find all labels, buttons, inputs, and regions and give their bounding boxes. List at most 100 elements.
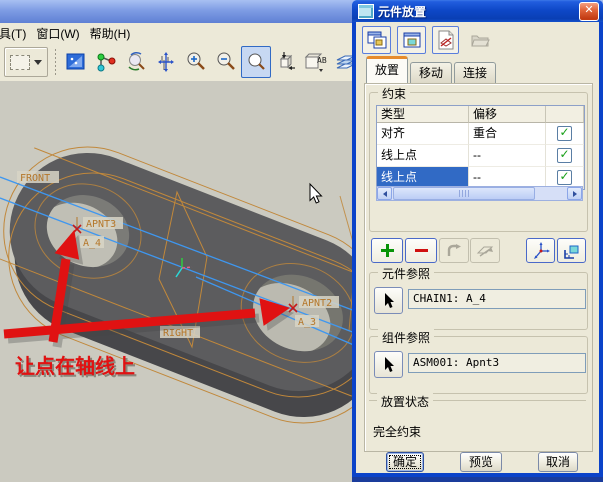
move-arrows-icon	[532, 242, 550, 260]
place-tab-panel: 约束 类型 偏移 对齐 重合 线上点 -- 线上点 --	[364, 83, 593, 452]
scroll-left-button[interactable]	[377, 187, 392, 200]
menu-window[interactable]: 窗口(W)	[34, 23, 87, 44]
scrollbar-thumb[interactable]	[393, 187, 535, 200]
component-placement-dialog: 元件放置	[352, 0, 603, 477]
model-structure-icon	[95, 51, 117, 73]
datum-toggle-button[interactable]	[432, 26, 459, 54]
zoom-out-icon	[215, 51, 237, 73]
fix-location-button[interactable]	[557, 238, 586, 263]
dialog-tabs: 放置 移动 连接	[366, 61, 498, 83]
plus-icon	[381, 244, 394, 257]
tab-move[interactable]: 移动	[410, 62, 452, 83]
dialog-title: 元件放置	[378, 3, 579, 20]
pan-hand-icon	[155, 51, 177, 73]
datum-display-icon	[65, 51, 87, 73]
placement-status-text: 完全约束	[373, 423, 421, 440]
tab-place[interactable]: 放置	[366, 56, 408, 83]
a4-axis-label: A_4	[83, 238, 101, 249]
zoom-in-icon	[185, 51, 207, 73]
zoom-fit-button[interactable]	[241, 46, 271, 78]
front-datum-tag: FRONT	[20, 173, 50, 184]
constraints-group-title: 约束	[378, 85, 410, 102]
column-header-type: 类型	[377, 106, 469, 123]
scroll-right-button[interactable]	[567, 187, 582, 200]
minus-icon	[415, 249, 428, 252]
annotation-text: 让点在轴线上 让点在轴线上	[15, 354, 137, 380]
app-window: 具(T) 窗口(W) 帮助(H)	[0, 0, 603, 482]
orbit-zoom-icon	[125, 51, 147, 73]
assembly-ref-field[interactable]: ASM001: Apnt3	[408, 353, 586, 373]
add-constraint-button[interactable]	[371, 238, 403, 263]
table-row-1-enabled	[546, 145, 584, 167]
flip-plane-icon	[476, 244, 494, 258]
component-ref-group: 元件参照 CHAIN1: A_4	[369, 272, 588, 330]
selection-filter-dropdown[interactable]	[4, 47, 48, 77]
named-views-icon: AB	[304, 51, 328, 73]
table-hscrollbar[interactable]	[376, 186, 583, 201]
zoom-fit-icon	[245, 51, 267, 73]
assembly-window-button[interactable]	[397, 26, 426, 54]
column-header-offset: 偏移	[469, 106, 546, 123]
move-component-button[interactable]	[526, 238, 555, 263]
svg-text:AB: AB	[317, 56, 327, 65]
menu-tools[interactable]: 具(T)	[0, 23, 34, 44]
remove-constraint-button[interactable]	[405, 238, 437, 263]
assembly-ref-pick-button[interactable]	[374, 351, 403, 378]
ok-button[interactable]: 确定	[386, 452, 424, 472]
table-row-1-offset[interactable]: --	[469, 145, 546, 167]
checkbox-checked-icon[interactable]	[557, 170, 572, 185]
a3-axis-label: A_3	[298, 317, 316, 328]
orbit-zoom-button[interactable]	[121, 46, 151, 78]
apnt3-label: APNT3	[86, 219, 116, 230]
table-row-1-type[interactable]: 线上点	[377, 145, 469, 167]
open-folder-button	[465, 26, 494, 54]
zoom-out-button[interactable]	[211, 46, 241, 78]
arrow-right-icon	[573, 191, 577, 197]
column-header-enabled	[546, 106, 584, 123]
status-group: 放置状态 完全约束	[369, 400, 586, 447]
cursor-arrow-icon	[382, 357, 396, 373]
model-structure-button[interactable]	[91, 46, 121, 78]
cursor-arrow-icon	[382, 293, 396, 309]
table-row-0-enabled	[546, 123, 584, 145]
dialog-toolbar	[362, 26, 494, 54]
pan-hand-button[interactable]	[151, 46, 181, 78]
assembly-window-icon	[402, 31, 422, 49]
dialog-titlebar[interactable]: 元件放置	[352, 0, 603, 22]
component-ref-pick-button[interactable]	[374, 287, 403, 314]
zoom-in-button[interactable]	[181, 46, 211, 78]
cancel-button[interactable]: 取消	[538, 452, 578, 472]
separate-window-button[interactable]	[362, 26, 391, 54]
dialog-window-icon	[358, 4, 374, 19]
table-row-0-offset[interactable]: 重合	[469, 123, 546, 145]
named-views-button[interactable]: AB	[301, 46, 331, 78]
datum-toggle-icon	[437, 30, 455, 50]
status-group-title: 放置状态	[377, 393, 433, 410]
fix-location-icon	[563, 242, 581, 260]
toolbar-separator	[54, 49, 57, 75]
svg-text:让点在轴线上: 让点在轴线上	[15, 354, 135, 378]
table-row-0-type[interactable]: 对齐	[377, 123, 469, 145]
reorient-icon	[275, 51, 297, 73]
assembly-ref-group: 组件参照 ASM001: Apnt3	[369, 336, 588, 394]
open-folder-icon	[470, 31, 490, 49]
undo-constraint-button	[439, 238, 469, 263]
close-button[interactable]	[579, 2, 599, 21]
chevron-down-icon	[34, 60, 42, 65]
constraints-table[interactable]: 类型 偏移 对齐 重合 线上点 -- 线上点 --	[376, 105, 585, 190]
component-ref-title: 元件参照	[378, 265, 434, 282]
component-ref-field[interactable]: CHAIN1: A_4	[408, 289, 586, 309]
preview-button[interactable]: 预览	[460, 452, 502, 472]
flip-constraint-button	[470, 238, 500, 263]
menu-help[interactable]: 帮助(H)	[88, 23, 139, 44]
undo-arrow-icon	[446, 244, 462, 258]
checkbox-checked-icon[interactable]	[557, 148, 572, 163]
arrow-left-icon	[383, 191, 387, 197]
checkbox-checked-icon[interactable]	[557, 126, 572, 141]
selection-box-icon	[10, 55, 30, 70]
tab-connect[interactable]: 连接	[454, 62, 496, 83]
datum-display-button[interactable]	[61, 46, 91, 78]
separate-window-icon	[367, 31, 387, 49]
taskbar-edge	[352, 477, 603, 482]
reorient-button[interactable]	[271, 46, 301, 78]
